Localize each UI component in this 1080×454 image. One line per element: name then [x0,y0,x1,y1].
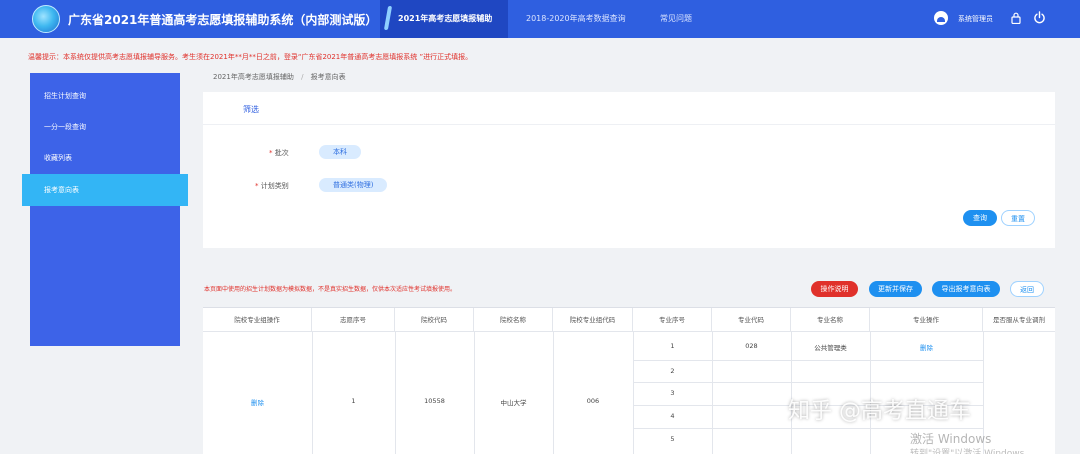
grid-line [712,332,713,454]
filter-card: 筛选 * 批次 本科 * 计划类别 普通类(物理) 查询 重置 [203,92,1055,248]
app-logo [32,5,60,33]
grid-line [633,428,983,429]
tab-faq[interactable]: 常见问题 [660,0,692,38]
major-seq: 4 [670,412,675,420]
major-seq: 5 [670,435,675,443]
col-header-group-op: 院校专业组操作 [203,308,312,332]
back-button[interactable]: 返回 [1010,281,1044,297]
breadcrumb-separator: / [301,73,304,81]
app-title: 广东省2021年普通高考志愿填报辅助系统（内部测试版） [68,13,378,27]
pen-icon [383,6,393,30]
query-button[interactable]: 查询 [963,210,997,226]
col-header-seq: 志愿序号 [312,308,395,332]
tab-2018-2020-data[interactable]: 2018-2020年高考数据查询 [526,0,626,38]
breadcrumb-root[interactable]: 2021年高考志愿填报辅助 [213,73,294,81]
major-code: 028 [745,342,758,350]
update-save-button[interactable]: 更新并保存 [869,281,922,297]
col-header-major-seq: 专业序号 [633,308,712,332]
group-code: 006 [586,397,600,405]
reset-button[interactable]: 重置 [1001,210,1035,226]
grid-line [395,332,396,454]
plan-type-chip[interactable]: 普通类(物理) [319,178,388,192]
tab-label: 2021年高考志愿填报辅助 [398,14,493,23]
school-name: 中山大学 [500,399,527,407]
zhihu-watermark: 知乎 @高考直通车 [788,399,971,424]
windows-activation-hint: 转到"设置"以激活 Windows。 [910,449,1034,454]
grid-line [553,332,554,454]
user-avatar-icon[interactable] [934,11,948,25]
export-button[interactable]: 导出报考意向表 [932,281,1000,297]
sidebar-item-intention-form[interactable]: 报考意向表 [22,174,188,206]
major-name: 公共管理类 [814,344,847,352]
simulated-data-note: 本页面中使用的招生计划数据为模拟数据，不是真实招生数据，仅供本次适应性考试填报使… [204,286,457,293]
volunteer-seq: 1 [351,397,356,405]
windows-activation-watermark: 激活 Windows [910,432,992,446]
grid-line [474,332,475,454]
major-seq: 1 [670,342,675,350]
batch-label: * 批次 [269,148,289,158]
grid-line [633,360,983,361]
lock-icon[interactable] [1011,12,1021,24]
divider [203,124,1055,125]
top-header: 广东省2021年普通高考志愿填报辅助系统（内部测试版） 2021年高考志愿填报辅… [0,0,1080,38]
delete-group-link[interactable]: 删除 [203,397,312,407]
tab-2021-assist[interactable]: 2021年高考志愿填报辅助 [380,0,508,38]
col-header-major-name: 专业名称 [791,308,870,332]
major-seq: 3 [670,389,675,397]
grid-line [633,382,983,383]
breadcrumb-current: 报考意向表 [310,73,346,81]
help-button[interactable]: 操作说明 [811,281,858,297]
batch-label-text: 批次 [274,149,289,157]
sidebar-item-plan-query[interactable]: 招生计划查询 [30,81,180,111]
col-header-major-code: 专业代码 [712,308,791,332]
col-header-major-op: 专业操作 [870,308,983,332]
sidebar-item-favorites[interactable]: 收藏列表 [30,143,180,173]
breadcrumb: 2021年高考志愿填报辅助 / 报考意向表 [213,72,346,82]
col-header-school-code: 院校代码 [395,308,474,332]
power-icon[interactable] [1033,11,1046,24]
plan-type-label-text: 计划类别 [260,182,289,190]
col-header-group-code: 院校专业组代码 [553,308,633,332]
school-code: 10558 [424,397,445,405]
delete-major-link[interactable]: 删除 [870,342,983,352]
filter-title: 筛选 [243,105,259,114]
col-header-obey-adjust: 是否服从专业调剂 [983,308,1055,332]
user-name[interactable]: 系统管理员 [958,14,993,24]
grid-line [312,332,313,454]
major-seq: 2 [670,367,675,375]
plan-type-label: * 计划类别 [255,181,289,191]
sidebar-item-score-rank[interactable]: 一分一段查询 [30,112,180,142]
col-header-school-name: 院校名称 [474,308,553,332]
batch-chip[interactable]: 本科 [319,145,361,159]
sidebar: 招生计划查询 一分一段查询 收藏列表 报考意向表 [22,73,188,346]
notice-text: 温馨提示：本系统仅提供高考志愿填报辅导服务。考生须在2021年**月**日之前，… [28,53,473,61]
